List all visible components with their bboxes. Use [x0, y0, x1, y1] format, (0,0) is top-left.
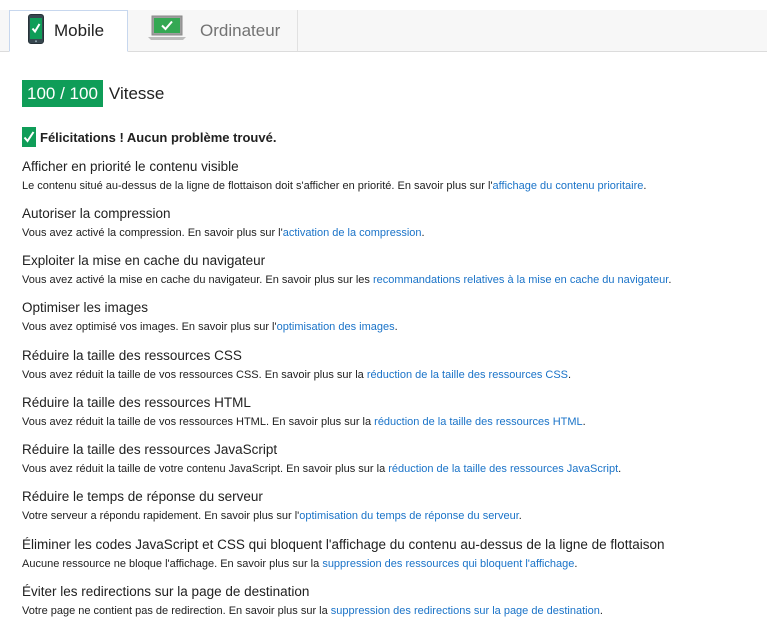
rule-link[interactable]: activation de la compression: [283, 227, 422, 239]
congrats-text: Félicitations ! Aucun problème trouvé.: [40, 129, 277, 145]
score-label: Vitesse: [108, 83, 165, 103]
rule-title: Afficher en priorité le contenu visible: [22, 159, 239, 174]
rule-item: Réduire la taille des ressources JavaScr…: [22, 442, 621, 476]
score-row: 100 / 100 Vitesse: [22, 80, 164, 107]
rule-link[interactable]: optimisation du temps de réponse du serv…: [299, 510, 519, 522]
rule-description: Vous avez réduit la taille de vos ressou…: [22, 369, 572, 381]
device-tabbar: Mobile Ordinateur: [0, 10, 767, 52]
rule-description: Vous avez réduit la taille de vos ressou…: [22, 416, 586, 428]
rule-item: Autoriser la compression Vous avez activ…: [22, 206, 425, 240]
rule-description: Vous avez optimisé vos images. En savoir…: [22, 321, 398, 333]
rule-link[interactable]: réduction de la taille des ressources HT…: [374, 416, 582, 428]
rule-link[interactable]: optimisation des images: [277, 321, 395, 333]
rule-description: Vous avez activé la compression. En savo…: [22, 227, 425, 239]
rule-link[interactable]: suppression des redirections sur la page…: [331, 605, 600, 617]
rule-description: Le contenu situé au-dessus de la ligne d…: [22, 180, 647, 192]
rule-item: Exploiter la mise en cache du navigateur…: [22, 253, 671, 287]
rule-title: Optimiser les images: [22, 300, 149, 315]
tab-desktop-label: Ordinateur: [200, 20, 281, 40]
rule-title: Réduire le temps de réponse du serveur: [22, 489, 263, 504]
rule-link[interactable]: suppression des ressources qui bloquent …: [322, 558, 574, 570]
rule-title: Autoriser la compression: [22, 206, 171, 221]
rule-description: Vous avez réduit la taille de votre cont…: [22, 463, 622, 475]
rule-item: Réduire la taille des ressources CSS Vou…: [22, 348, 571, 382]
tab-mobile-label: Mobile: [54, 21, 105, 40]
rule-description: Votre page ne contient pas de redirectio…: [22, 605, 603, 617]
rule-description: Votre serveur a répondu rapidement. En s…: [22, 510, 522, 522]
rule-link[interactable]: affichage du contenu prioritaire: [493, 180, 644, 192]
rule-title: Éliminer les codes JavaScript et CSS qui…: [22, 537, 665, 552]
smartphone-check-icon: [28, 13, 44, 49]
rule-title: Réduire la taille des ressources CSS: [22, 348, 242, 363]
rule-item: Éliminer les codes JavaScript et CSS qui…: [22, 537, 664, 571]
rule-item: Éviter les redirections sur la page de d…: [22, 584, 603, 618]
rule-item: Optimiser les images Vous avez optimisé …: [22, 300, 398, 334]
rule-item: Réduire le temps de réponse du serveur V…: [22, 489, 522, 523]
rule-link[interactable]: réduction de la taille des ressources Ja…: [388, 463, 618, 475]
congrats-message: Félicitations ! Aucun problème trouvé.: [22, 127, 276, 147]
rule-link[interactable]: recommandations relatives à la mise en c…: [373, 274, 668, 286]
laptop-check-icon: [148, 15, 186, 46]
tab-desktop[interactable]: Ordinateur: [128, 10, 298, 51]
rule-link[interactable]: réduction de la taille des ressources CS…: [367, 369, 568, 381]
rule-title: Exploiter la mise en cache du navigateur: [22, 253, 266, 268]
rule-title: Éviter les redirections sur la page de d…: [22, 584, 310, 599]
rule-item: Afficher en priorité le contenu visible …: [22, 159, 646, 193]
rule-title: Réduire la taille des ressources HTML: [22, 395, 251, 410]
rule-description: Aucune ressource ne bloque l'affichage. …: [22, 558, 578, 570]
rule-item: Réduire la taille des ressources HTML Vo…: [22, 395, 586, 429]
rule-description: Vous avez activé la mise en cache du nav…: [22, 274, 672, 286]
tab-mobile[interactable]: Mobile: [9, 10, 128, 52]
rule-title: Réduire la taille des ressources JavaScr…: [22, 442, 278, 457]
score-badge: 100 / 100: [22, 80, 103, 107]
check-icon: [22, 127, 36, 147]
